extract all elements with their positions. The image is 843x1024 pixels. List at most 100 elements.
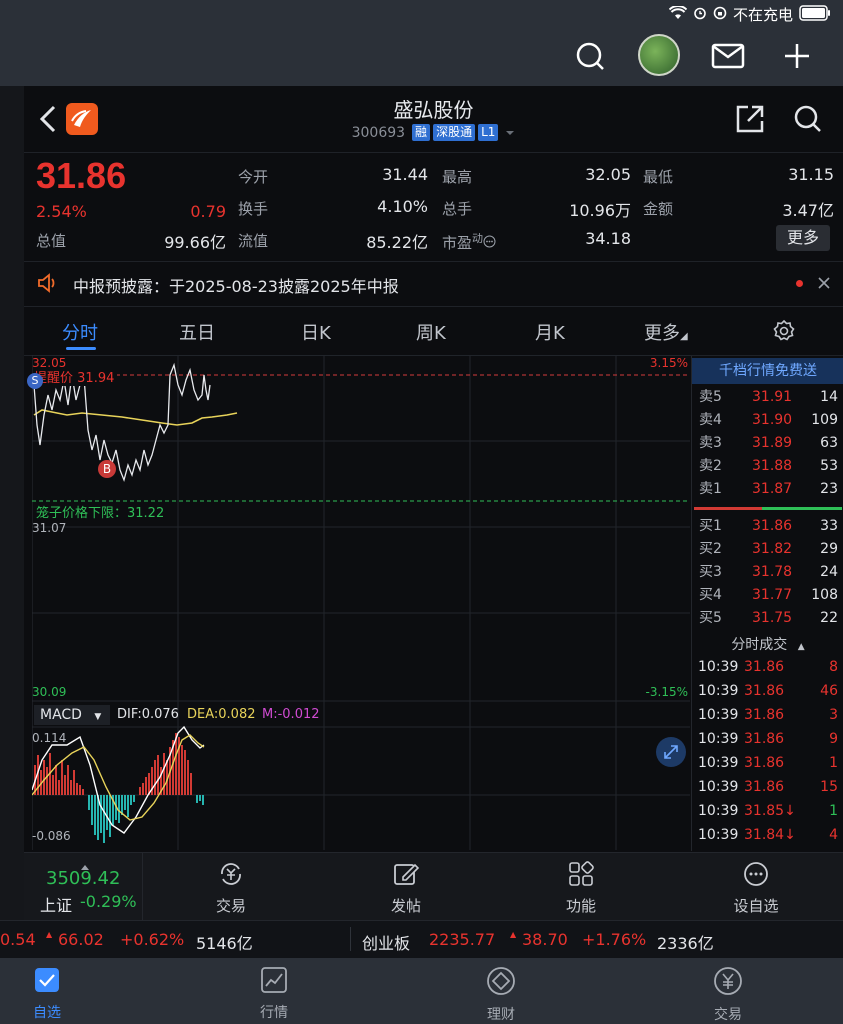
buy-marker[interactable]: B bbox=[98, 460, 116, 478]
add-watchlist-label: 设自选 bbox=[733, 897, 779, 915]
current-price: 31.86 bbox=[36, 155, 127, 196]
tab-intraday[interactable]: 分时 bbox=[62, 319, 98, 345]
trade-button[interactable]: 交易 bbox=[181, 861, 281, 916]
low-value: 31.15 bbox=[788, 165, 834, 184]
ask-price: 31.87 bbox=[752, 481, 793, 497]
indicator-select[interactable]: MACD ▼ bbox=[34, 705, 110, 725]
expand-icon[interactable] bbox=[656, 737, 686, 767]
macd-bottom-label: -0.086 bbox=[32, 829, 71, 843]
change-amount: 0.79 bbox=[190, 202, 226, 221]
chevron-down-icon[interactable] bbox=[505, 125, 515, 141]
tab-daily-k[interactable]: 日K bbox=[301, 319, 331, 345]
pe-label: 市盈动 bbox=[442, 230, 496, 253]
ask-level: 卖1 bbox=[699, 481, 722, 497]
status-icons: 不在充电 bbox=[668, 4, 831, 25]
trade-volume: 15 bbox=[820, 779, 838, 795]
trade-price: 31.86 bbox=[744, 731, 785, 747]
mail-icon[interactable] bbox=[708, 36, 748, 76]
amount-value: 3.47亿 bbox=[782, 201, 834, 220]
close-icon[interactable] bbox=[817, 275, 831, 294]
add-icon[interactable] bbox=[777, 36, 817, 76]
trade-volume: 46 bbox=[820, 683, 838, 699]
bid-price: 31.78 bbox=[752, 564, 793, 580]
cage-price-label: 笼子价格下限：31.22 bbox=[36, 506, 165, 521]
trade-time: 10:39 bbox=[698, 659, 739, 675]
trade-row: 10:39 31.86 9 bbox=[692, 727, 843, 751]
tab-wealth[interactable]: 理财 bbox=[441, 966, 561, 1024]
index-ticker[interactable]: 0.54 ▲ 66.02 +0.62% 5146亿 创业板 2235.77 ▲ … bbox=[0, 920, 843, 959]
yuan-icon bbox=[668, 966, 788, 1000]
bid-level: 买3 bbox=[699, 564, 722, 580]
grid-icon bbox=[531, 861, 631, 891]
ask-level: 卖3 bbox=[699, 435, 722, 451]
watchlist-edge[interactable] bbox=[0, 86, 25, 938]
dif-value: DIF:0.076 bbox=[117, 707, 179, 722]
settings-icon[interactable] bbox=[772, 319, 796, 347]
alarm-icon bbox=[693, 6, 707, 24]
trade-row: 10:39 31.86 46 bbox=[692, 679, 843, 703]
volume-value: 10.96万 bbox=[569, 201, 631, 220]
bid-qty: 33 bbox=[820, 518, 838, 534]
bid-price: 31.86 bbox=[752, 518, 793, 534]
tab-more[interactable]: 更多◢ bbox=[644, 319, 688, 345]
search-icon[interactable] bbox=[570, 36, 610, 76]
ask-row: 卖1 31.87 23 bbox=[692, 478, 843, 500]
intraday-chart[interactable]: 32.05 31.07 30.09 3.15% -3.15% 提醒价 31.94… bbox=[27, 354, 690, 850]
avatar[interactable] bbox=[638, 34, 680, 76]
trade-volume: 8 bbox=[829, 659, 838, 675]
index-widget[interactable]: 3509.42 上证 -0.29% bbox=[24, 852, 143, 920]
trades-header[interactable]: 分时成交 ▲ bbox=[692, 634, 843, 654]
add-watchlist-button[interactable]: 设自选 bbox=[706, 861, 806, 916]
sell-marker[interactable]: S bbox=[27, 373, 43, 389]
trade-volume: 3 bbox=[829, 707, 838, 723]
pe-value: 34.18 bbox=[585, 229, 631, 248]
chevron-down-icon: ▼ bbox=[94, 712, 102, 722]
trade-volume: 4 bbox=[829, 827, 838, 843]
mid-price-label: 31.07 bbox=[32, 521, 67, 535]
trade-price: 31.85↓ bbox=[744, 803, 796, 819]
bottom-tab-bar: 自选 行情 理财 交易 bbox=[0, 958, 843, 1024]
trade-row: 10:39 31.86 15 bbox=[692, 775, 843, 799]
info-icon[interactable] bbox=[483, 234, 496, 252]
share-icon[interactable] bbox=[734, 103, 766, 139]
ask-qty: 14 bbox=[820, 389, 838, 405]
ticker-name: 创业板 bbox=[362, 934, 411, 953]
tab-trade-label: 交易 bbox=[714, 1007, 742, 1023]
notice-bar[interactable]: 中报预披露：于2025-08-23披露2025年中报 bbox=[24, 262, 843, 307]
reminder-price-label[interactable]: 提醒价 31.94 bbox=[34, 367, 118, 386]
ask-price: 31.88 bbox=[752, 458, 793, 474]
trade-row: 10:39 31.85↓ 1 bbox=[692, 799, 843, 823]
level2-promo[interactable]: 千档行情免费送 bbox=[692, 358, 843, 384]
turnover-label: 换手 bbox=[238, 200, 269, 218]
mktcap-label: 总值 bbox=[36, 232, 67, 250]
trade-time: 10:39 bbox=[698, 755, 739, 771]
tab-monthly-k[interactable]: 月K bbox=[535, 319, 565, 345]
indicator-label: MACD bbox=[40, 707, 82, 723]
trade-time: 10:39 bbox=[698, 707, 739, 723]
bid-row: 买3 31.78 24 bbox=[692, 561, 843, 583]
more-stats-button[interactable]: 更多 bbox=[776, 225, 830, 251]
tab-watchlist[interactable]: 自选 bbox=[0, 966, 107, 1022]
trades-header-label: 分时成交 bbox=[731, 637, 788, 653]
ticker-left-change: 66.02 bbox=[58, 930, 104, 949]
chart-icon bbox=[214, 966, 334, 998]
bid-row: 买5 31.75 22 bbox=[692, 607, 843, 629]
tab-more-label: 更多 bbox=[644, 323, 680, 344]
search-stock-icon[interactable] bbox=[792, 103, 824, 139]
bid-price: 31.82 bbox=[752, 541, 793, 557]
ticker-value: 2235.77 bbox=[429, 930, 496, 949]
tab-trade[interactable]: 交易 bbox=[668, 966, 788, 1024]
post-button[interactable]: 发帖 bbox=[356, 861, 456, 916]
tab-market[interactable]: 行情 bbox=[214, 966, 334, 1022]
tab-five-day[interactable]: 五日 bbox=[179, 319, 215, 345]
edit-icon bbox=[356, 861, 456, 891]
low-label: 最低 bbox=[643, 168, 674, 186]
trade-volume: 1 bbox=[829, 755, 838, 771]
ask-qty: 53 bbox=[820, 458, 838, 474]
tab-wealth-label: 理财 bbox=[487, 1007, 515, 1023]
diamond-icon bbox=[441, 966, 561, 1000]
ask-level: 卖4 bbox=[699, 412, 722, 428]
tab-weekly-k[interactable]: 周K bbox=[416, 319, 446, 345]
ask-row: 卖5 31.91 14 bbox=[692, 386, 843, 408]
functions-button[interactable]: 功能 bbox=[531, 861, 631, 916]
